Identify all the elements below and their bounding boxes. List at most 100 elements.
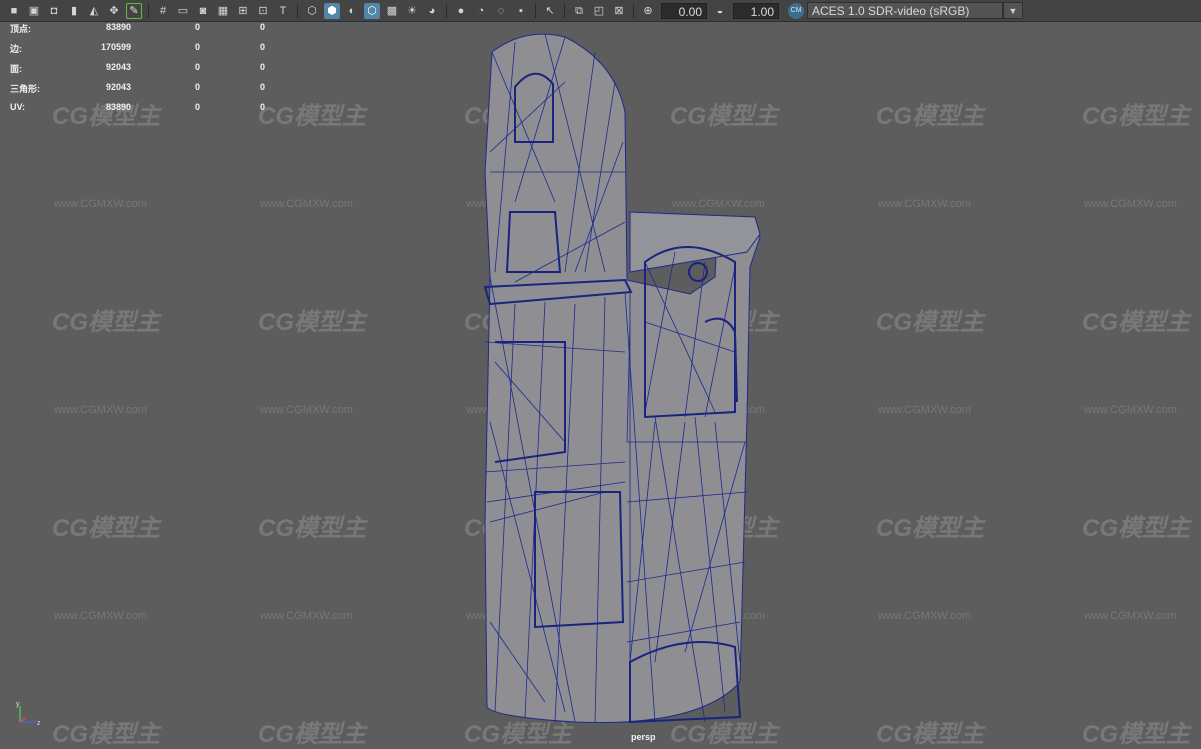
antialiasing-icon[interactable]: ◌ <box>493 3 509 19</box>
hud-value-component: 0 <box>259 102 265 112</box>
watermark-url: www.CGMXW.com <box>260 404 353 416</box>
watermark-logo: CG模型主 <box>876 721 984 748</box>
xray-joints-icon[interactable]: ◰ <box>591 3 607 19</box>
hud-label: UV: <box>10 102 26 112</box>
hud-label: 三角形: <box>10 84 40 94</box>
svg-text:z: z <box>37 720 41 727</box>
hud-value-selected: 0 <box>194 42 200 52</box>
chevron-down-icon[interactable]: ▼ <box>1003 2 1023 19</box>
shadows-icon[interactable]: ◕ <box>424 3 440 19</box>
toolbar-separator <box>148 3 149 18</box>
toolbar-separator <box>633 3 634 18</box>
hud-value-object: 92043 <box>105 62 131 72</box>
film-gate-icon[interactable]: ▭ <box>175 3 191 19</box>
wireframe-icon[interactable]: ⬡ <box>304 3 320 19</box>
watermark-logo: CG模型主 <box>1082 103 1190 130</box>
hud-value-selected: 0 <box>194 82 200 92</box>
watermark-url: www.CGMXW.com <box>54 610 147 622</box>
image-plane-icon[interactable]: ◭ <box>86 3 102 19</box>
hud-value-selected: 0 <box>194 102 200 112</box>
view-axis-indicator: z y <box>16 701 41 727</box>
field-chart-icon[interactable]: ⊞ <box>235 3 251 19</box>
watermark-url: www.CGMXW.com <box>54 404 147 416</box>
safe-action-icon[interactable]: ⊡ <box>255 3 271 19</box>
watermark-url: www.CGMXW.com <box>878 404 971 416</box>
hud-label: 顶点: <box>10 24 31 34</box>
safe-title-icon[interactable]: T <box>275 3 291 19</box>
motion-blur-icon[interactable]: ◔ <box>473 3 489 19</box>
xray-icon[interactable]: ⧉ <box>571 3 587 19</box>
hud-row-edges: 边: 170599 0 0 <box>10 42 270 62</box>
hud-value-object: 170599 <box>100 42 131 52</box>
gate-mask-icon[interactable]: ▦ <box>215 3 231 19</box>
hud-value-component: 0 <box>259 22 265 32</box>
exposure-field[interactable]: 0.00 <box>661 2 707 19</box>
color-management-icon[interactable]: CM <box>788 2 804 19</box>
poly-count-hud: 顶点: 83890 0 0 边: 170599 0 0 面: 92043 0 0… <box>10 22 270 122</box>
watermark-logo: CG模型主 <box>258 515 366 542</box>
hud-value-object: 83890 <box>105 22 131 32</box>
camera-name-label: persp <box>631 732 656 742</box>
watermark-url: www.CGMXW.com <box>260 198 353 210</box>
camera-icon[interactable]: ■ <box>6 3 22 19</box>
watermark-logo: CG模型主 <box>258 721 366 748</box>
camera-lock-icon[interactable]: ◘ <box>46 3 62 19</box>
lighting-icon[interactable]: ☀ <box>404 3 420 19</box>
isolate-select-icon[interactable]: ↖ <box>542 3 558 19</box>
hud-value-object: 83890 <box>105 102 131 112</box>
watermark-logo: CG模型主 <box>1082 309 1190 336</box>
watermark-logo: CG模型主 <box>52 309 160 336</box>
watermark-logo: CG模型主 <box>1082 721 1190 748</box>
gamma-field[interactable]: 1.00 <box>733 2 779 19</box>
watermark-url: www.CGMXW.com <box>1084 404 1177 416</box>
smooth-shade-icon[interactable]: ⬢ <box>324 2 340 19</box>
toolbar-separator <box>564 3 565 18</box>
hud-value-component: 0 <box>259 82 265 92</box>
hud-label: 面: <box>10 64 22 74</box>
backface-culling-icon[interactable]: ⊠ <box>611 3 627 19</box>
svg-text:y: y <box>16 701 20 708</box>
screen-space-ao-icon[interactable]: ● <box>453 3 469 19</box>
hud-row-faces: 面: 92043 0 0 <box>10 62 270 82</box>
hud-row-triangles: 三角形: 92043 0 0 <box>10 82 270 102</box>
watermark-url: www.CGMXW.com <box>1084 198 1177 210</box>
watermark-logo: CG模型主 <box>258 103 366 130</box>
watermark-url: www.CGMXW.com <box>878 610 971 622</box>
toolbar-separator <box>535 3 536 18</box>
watermark-logo: CG模型主 <box>1082 515 1190 542</box>
watermark-logo: CG模型主 <box>876 103 984 130</box>
color-space-select[interactable]: ACES 1.0 SDR-video (sRGB) <box>807 2 1003 19</box>
depth-of-field-icon[interactable]: ▪ <box>513 3 529 19</box>
watermark-logo: CG模型主 <box>876 309 984 336</box>
model-wireframe <box>483 33 761 724</box>
grease-pencil-icon[interactable]: ✎ <box>126 2 142 19</box>
bookmark-icon[interactable]: ▮ <box>66 3 82 19</box>
camera-attributes-icon[interactable]: ▣ <box>26 3 42 19</box>
watermark-logo: CG模型主 <box>876 515 984 542</box>
gamma-icon[interactable]: ◒ <box>712 3 728 19</box>
hud-row-vertices: 顶点: 83890 0 0 <box>10 22 270 42</box>
hud-row-uvs: UV: 83890 0 0 <box>10 102 270 122</box>
watermark-logo: CG模型主 <box>52 515 160 542</box>
watermark-url: www.CGMXW.com <box>260 610 353 622</box>
hud-value-object: 92043 <box>105 82 131 92</box>
hud-value-selected: 0 <box>194 22 200 32</box>
pan-zoom-icon[interactable]: ✥ <box>106 3 122 19</box>
toolbar-separator <box>297 3 298 18</box>
exposure-icon[interactable]: ⊕ <box>640 3 656 19</box>
watermark-url: www.CGMXW.com <box>1084 610 1177 622</box>
viewport-panel-toolbar: ■ ▣ ◘ ▮ ◭ ✥ ✎ # ▭ ◙ ▦ ⊞ ⊡ T ⬡ ⬢ ◐ ⬡ ▩ ☀ … <box>0 0 1201 22</box>
toolbar-separator <box>446 3 447 18</box>
shade-wireframe-icon[interactable]: ⬡ <box>364 2 380 19</box>
textured-icon[interactable]: ▩ <box>384 3 400 19</box>
hud-value-component: 0 <box>259 62 265 72</box>
watermark-url: www.CGMXW.com <box>54 198 147 210</box>
grid-icon[interactable]: # <box>155 3 171 19</box>
default-material-icon[interactable]: ◐ <box>344 3 360 19</box>
hud-value-component: 0 <box>259 42 265 52</box>
watermark-logo: CG模型主 <box>258 309 366 336</box>
watermark-logo: CG模型主 <box>52 721 160 748</box>
resolution-gate-icon[interactable]: ◙ <box>195 3 211 19</box>
hud-label: 边: <box>10 44 22 54</box>
watermark-url: www.CGMXW.com <box>878 198 971 210</box>
